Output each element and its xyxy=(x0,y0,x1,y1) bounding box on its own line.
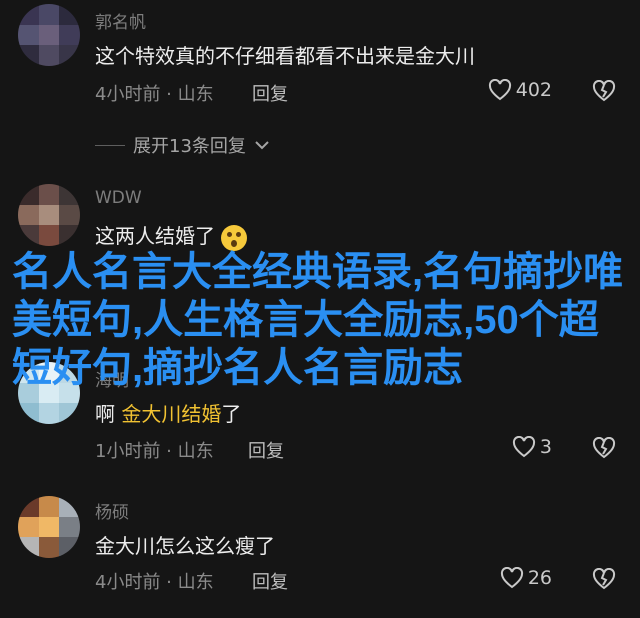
broken-heart-icon xyxy=(592,567,616,590)
reply-button[interactable]: 回复 xyxy=(252,80,288,106)
comment-text: 金大川怎么这么瘦了 xyxy=(95,534,275,558)
like-count: 3 xyxy=(539,436,552,458)
expand-replies-label: 展开13条回复 xyxy=(133,136,246,157)
comment-time-location: 4小时前 · 山东 xyxy=(95,572,214,593)
heart-outline-icon xyxy=(500,567,523,589)
broken-heart-icon xyxy=(592,79,616,102)
expand-replies-button[interactable]: 展开13条回复 xyxy=(95,132,270,158)
comment-text: 这个特效真的不仔细看都看不出来是金大川 xyxy=(95,44,475,68)
dislike-button[interactable] xyxy=(592,436,616,463)
username[interactable]: WDW xyxy=(95,188,142,208)
comment-text-content: 这两人结婚了 xyxy=(95,224,215,248)
comment-text: 这两人结婚了 xyxy=(95,220,248,251)
avatar[interactable] xyxy=(18,496,80,558)
mention-link[interactable]: 金大川结婚 xyxy=(121,402,221,426)
username[interactable]: 杨硕 xyxy=(95,498,129,523)
dislike-button[interactable] xyxy=(592,567,616,594)
like-count: 402 xyxy=(515,79,552,101)
like-button[interactable]: 26 xyxy=(500,567,552,589)
heart-outline-icon xyxy=(488,79,511,101)
reply-button[interactable]: 回复 xyxy=(252,568,288,594)
comment-text: 啊 金大川结婚了 xyxy=(95,398,241,427)
avatar[interactable] xyxy=(18,184,80,246)
heart-outline-icon xyxy=(512,436,535,458)
like-count: 26 xyxy=(527,567,552,589)
chevron-down-icon xyxy=(255,141,269,150)
overlay-title: 名人名言大全经典语录,名句摘抄唯美短句,人生格言大全励志,50个超短好句,摘抄名… xyxy=(12,250,624,390)
comment-time-location: 4小时前 · 山东 xyxy=(95,84,214,105)
comment-time-location: 1小时前 · 山东 xyxy=(95,441,214,462)
reply-button[interactable]: 回复 xyxy=(248,437,284,463)
comment-text-prefix: 啊 xyxy=(95,402,122,426)
username[interactable]: 郭名帆 xyxy=(95,8,146,33)
broken-heart-icon xyxy=(592,436,616,459)
like-button[interactable]: 3 xyxy=(512,436,552,458)
avatar[interactable] xyxy=(18,4,80,66)
divider xyxy=(95,144,125,146)
dislike-button[interactable] xyxy=(592,79,616,106)
surprised-face-emoji-icon xyxy=(221,224,248,251)
like-button[interactable]: 402 xyxy=(488,79,552,101)
comment-text-suffix: 了 xyxy=(221,402,242,426)
